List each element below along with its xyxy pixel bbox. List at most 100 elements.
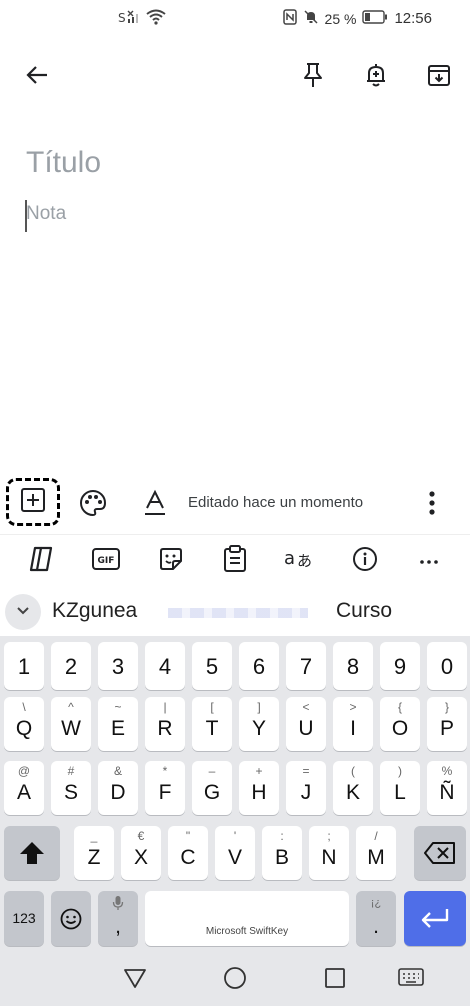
svg-text:あ: あ — [297, 552, 312, 570]
key-label: M — [367, 846, 385, 869]
key-label: 2 — [64, 654, 78, 679]
archive-icon — [427, 63, 451, 92]
key-u[interactable]: < U — [286, 697, 326, 751]
toolbar-more-button[interactable] — [414, 547, 444, 575]
key-secondary-label: ~ — [114, 700, 122, 714]
collapse-suggestions-button[interactable] — [5, 594, 41, 630]
back-triangle-icon[interactable] — [122, 966, 148, 995]
shift-key[interactable] — [4, 826, 60, 880]
key-o[interactable]: {O — [380, 697, 420, 751]
emoji-key[interactable] — [51, 891, 91, 946]
comma-key[interactable]: , — [98, 891, 138, 946]
app-bar — [0, 48, 470, 106]
translate-button[interactable]: aあ — [284, 547, 314, 575]
key-2[interactable]: 2 — [51, 642, 91, 690]
key-a[interactable]: @ A — [4, 761, 44, 815]
backspace-key[interactable] — [414, 826, 466, 880]
recents-square-icon[interactable] — [324, 966, 346, 995]
key-5[interactable]: 5 — [192, 642, 232, 690]
key-i[interactable]: > I — [333, 697, 373, 751]
key-label: C — [180, 846, 196, 869]
key-d[interactable]: & D — [98, 761, 138, 815]
key-c[interactable]: " C — [168, 826, 208, 880]
text-format-icon — [140, 489, 170, 522]
key-z[interactable]: _ Z — [74, 826, 114, 880]
key-ñ[interactable]: % Ñ — [427, 761, 467, 815]
key-0[interactable]: 0 — [427, 642, 467, 690]
key-e[interactable]: ~ E — [98, 697, 138, 751]
key-s[interactable]: # S — [51, 761, 91, 815]
key-1[interactable]: 1 — [4, 642, 44, 690]
note-input[interactable]: Nota — [26, 203, 66, 225]
key-h[interactable]: + H — [239, 761, 279, 815]
pin-icon — [302, 62, 324, 93]
key-label: 1 — [17, 654, 31, 679]
key-f[interactable]: * F — [145, 761, 185, 815]
key-label: I — [350, 717, 356, 740]
key-9[interactable]: 9 — [380, 642, 420, 690]
key-secondary-label: ( — [351, 764, 355, 778]
more-horiz-icon — [419, 552, 439, 570]
key-b[interactable]: :B — [262, 826, 302, 880]
key-x[interactable]: € X — [121, 826, 161, 880]
more-options-button[interactable] — [426, 488, 438, 523]
battery-percent: 25 % — [324, 10, 357, 27]
key-secondary-label: # — [67, 764, 75, 778]
key-p[interactable]: } P — [427, 697, 467, 751]
editor-bottom-bar: Editado hace un momento — [0, 478, 470, 530]
title-input[interactable]: Título — [26, 146, 101, 180]
clipboard-button[interactable] — [220, 544, 250, 575]
key-w[interactable]: ^ W — [51, 697, 91, 751]
key-j[interactable]: = J — [286, 761, 326, 815]
copilot-button[interactable] — [26, 546, 56, 575]
reminder-button[interactable] — [361, 62, 391, 92]
key-6[interactable]: 6 — [239, 642, 279, 690]
key-y[interactable]: ] Y — [239, 697, 279, 751]
key-label: R — [157, 717, 173, 740]
info-button[interactable] — [350, 546, 380, 575]
home-circle-icon[interactable] — [223, 966, 247, 995]
space-key[interactable]: Microsoft SwiftKey — [145, 891, 349, 946]
key-8[interactable]: 8 — [333, 642, 373, 690]
suggestion-word-1[interactable]: KZgunea — [52, 599, 137, 623]
key-n[interactable]: ; N — [309, 826, 349, 880]
sticker-button[interactable] — [156, 547, 186, 575]
text-format-button[interactable] — [140, 488, 170, 523]
edited-status: Editado hace un momento — [188, 494, 364, 511]
suggestion-word-3[interactable]: Curso — [336, 599, 392, 623]
key-label: 7 — [299, 654, 313, 679]
key-l[interactable]: ) L — [380, 761, 420, 815]
key-label: Ñ — [439, 781, 455, 804]
key-secondary-label: – — [208, 764, 216, 778]
color-button[interactable] — [78, 488, 108, 523]
key-label: B — [274, 846, 289, 869]
period-key[interactable]: ¡¿ . — [356, 891, 396, 946]
key-4[interactable]: 4 — [145, 642, 185, 690]
back-button[interactable] — [22, 62, 52, 92]
key-label: P — [439, 717, 454, 740]
key-secondary-label: ] — [257, 700, 261, 714]
key-label: 4 — [158, 654, 172, 679]
key-q[interactable]: \ Q — [4, 697, 44, 751]
key-t[interactable]: [T — [192, 697, 232, 751]
key-g[interactable]: – G — [192, 761, 232, 815]
key-3[interactable]: 3 — [98, 642, 138, 690]
key-v[interactable]: ' V — [215, 826, 255, 880]
svg-text:GIF: GIF — [98, 556, 115, 566]
key-r[interactable]: | R — [145, 697, 185, 751]
key-label: 5 — [205, 654, 219, 679]
key-label: U — [298, 717, 314, 740]
symbols-key[interactable]: 123 — [4, 891, 44, 946]
key-7[interactable]: 7 — [286, 642, 326, 690]
key-m[interactable]: / M — [356, 826, 396, 880]
enter-icon — [420, 907, 450, 934]
gif-button[interactable]: GIF — [91, 547, 121, 575]
archive-button[interactable] — [424, 62, 454, 92]
suggestion-word-2-redacted[interactable] — [168, 608, 308, 618]
enter-key[interactable] — [404, 891, 466, 946]
add-content-button[interactable] — [6, 478, 60, 526]
keyboard-switch-icon[interactable] — [398, 966, 424, 993]
svg-text:S: S — [118, 11, 126, 25]
pin-button[interactable] — [298, 62, 328, 92]
key-k[interactable]: (K — [333, 761, 373, 815]
